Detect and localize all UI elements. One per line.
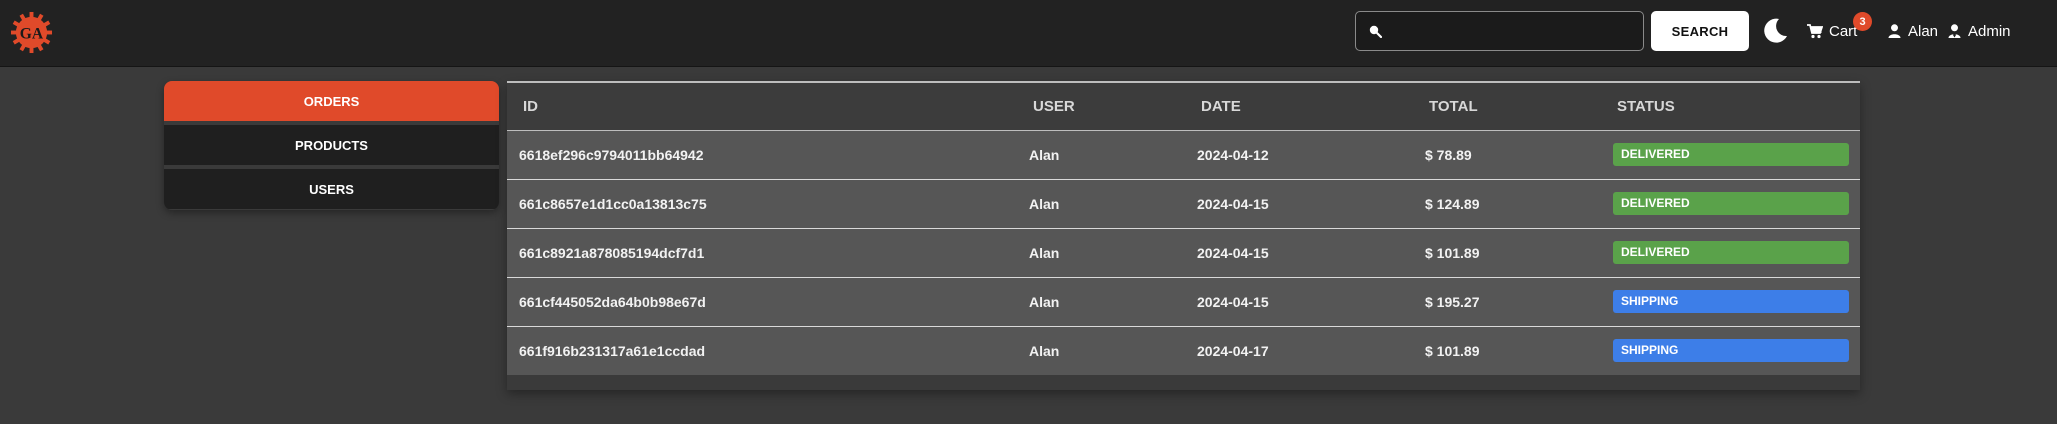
- order-total: $ 124.89: [1425, 195, 1480, 212]
- order-id[interactable]: 661f916b231317a61e1ccdad: [507, 326, 1017, 375]
- table-header-row: ID USER DATE TOTAL STATUS: [507, 82, 1860, 131]
- order-total: $ 78.89: [1425, 146, 1472, 163]
- logo-icon[interactable]: GA: [10, 11, 53, 54]
- search-input[interactable]: [1390, 16, 1635, 46]
- logo-text: GA: [20, 25, 44, 42]
- top-navbar: GA SEARCH Cart 3 Alan Admin: [0, 0, 2057, 67]
- orders-table: ID USER DATE TOTAL STATUS 6618ef296c9794…: [507, 81, 1860, 375]
- status-badge: SHIPPING: [1613, 290, 1849, 313]
- order-date: 2024-04-12: [1197, 146, 1269, 163]
- order-user: Alan: [1029, 146, 1060, 163]
- table-row[interactable]: 661cf445052da64b0b98e67d Alan 2024-04-15…: [507, 277, 1860, 326]
- order-date: 2024-04-15: [1197, 195, 1269, 212]
- order-id[interactable]: 6618ef296c9794011bb64942: [507, 130, 1017, 179]
- search-icon: [1369, 25, 1382, 38]
- admin-sidebar: ORDERS PRODUCTS USERS: [164, 81, 499, 210]
- table-row[interactable]: 661c8921a878085194dcf7d1 Alan 2024-04-15…: [507, 228, 1860, 277]
- admin-user-icon: [1948, 24, 1961, 38]
- sidebar-item-users[interactable]: USERS: [164, 169, 499, 209]
- table-row[interactable]: 6618ef296c9794011bb64942 Alan 2024-04-12…: [507, 130, 1860, 179]
- order-total: $ 195.27: [1425, 293, 1480, 310]
- order-id[interactable]: 661c8657e1d1cc0a13813c75: [507, 179, 1017, 228]
- status-badge: SHIPPING: [1613, 339, 1849, 363]
- sidebar-item-products[interactable]: PRODUCTS: [164, 125, 499, 165]
- search-button[interactable]: SEARCH: [1651, 11, 1749, 51]
- order-total: $ 101.89: [1425, 244, 1480, 261]
- user-icon: [1888, 24, 1901, 38]
- cart-link[interactable]: Cart: [1807, 20, 1857, 42]
- admin-label: Admin: [1968, 22, 2011, 40]
- order-user: Alan: [1029, 293, 1060, 310]
- dark-mode-toggle-icon[interactable]: [1760, 16, 1790, 46]
- order-total: $ 101.89: [1425, 342, 1480, 359]
- column-header-status[interactable]: STATUS: [1601, 82, 1860, 131]
- order-user: Alan: [1029, 244, 1060, 261]
- user-name: Alan: [1908, 22, 1939, 40]
- status-badge: DELIVERED: [1613, 241, 1849, 264]
- cart-count-badge: 3: [1853, 12, 1872, 31]
- search-field[interactable]: [1355, 11, 1644, 51]
- status-badge: DELIVERED: [1613, 143, 1849, 166]
- status-badge: DELIVERED: [1613, 192, 1849, 215]
- order-date: 2024-04-15: [1197, 293, 1269, 310]
- order-date: 2024-04-15: [1197, 244, 1269, 261]
- table-row[interactable]: 661f916b231317a61e1ccdad Alan 2024-04-17…: [507, 326, 1860, 375]
- order-id[interactable]: 661cf445052da64b0b98e67d: [507, 277, 1017, 326]
- column-header-total[interactable]: TOTAL: [1413, 82, 1601, 131]
- column-header-id[interactable]: ID: [507, 82, 1017, 131]
- table-row[interactable]: 661c8657e1d1cc0a13813c75 Alan 2024-04-15…: [507, 179, 1860, 228]
- order-user: Alan: [1029, 342, 1060, 359]
- order-id[interactable]: 661c8921a878085194dcf7d1: [507, 228, 1017, 277]
- cart-icon: [1807, 23, 1823, 38]
- order-date: 2024-04-17: [1197, 342, 1269, 359]
- order-user: Alan: [1029, 195, 1060, 212]
- admin-menu-link[interactable]: Admin: [1948, 20, 2011, 42]
- column-header-date[interactable]: DATE: [1185, 82, 1413, 131]
- sidebar-item-orders[interactable]: ORDERS: [164, 81, 499, 121]
- column-header-user[interactable]: USER: [1017, 82, 1185, 131]
- user-profile-link[interactable]: Alan: [1888, 20, 1938, 42]
- orders-table-container: ID USER DATE TOTAL STATUS 6618ef296c9794…: [507, 81, 1860, 390]
